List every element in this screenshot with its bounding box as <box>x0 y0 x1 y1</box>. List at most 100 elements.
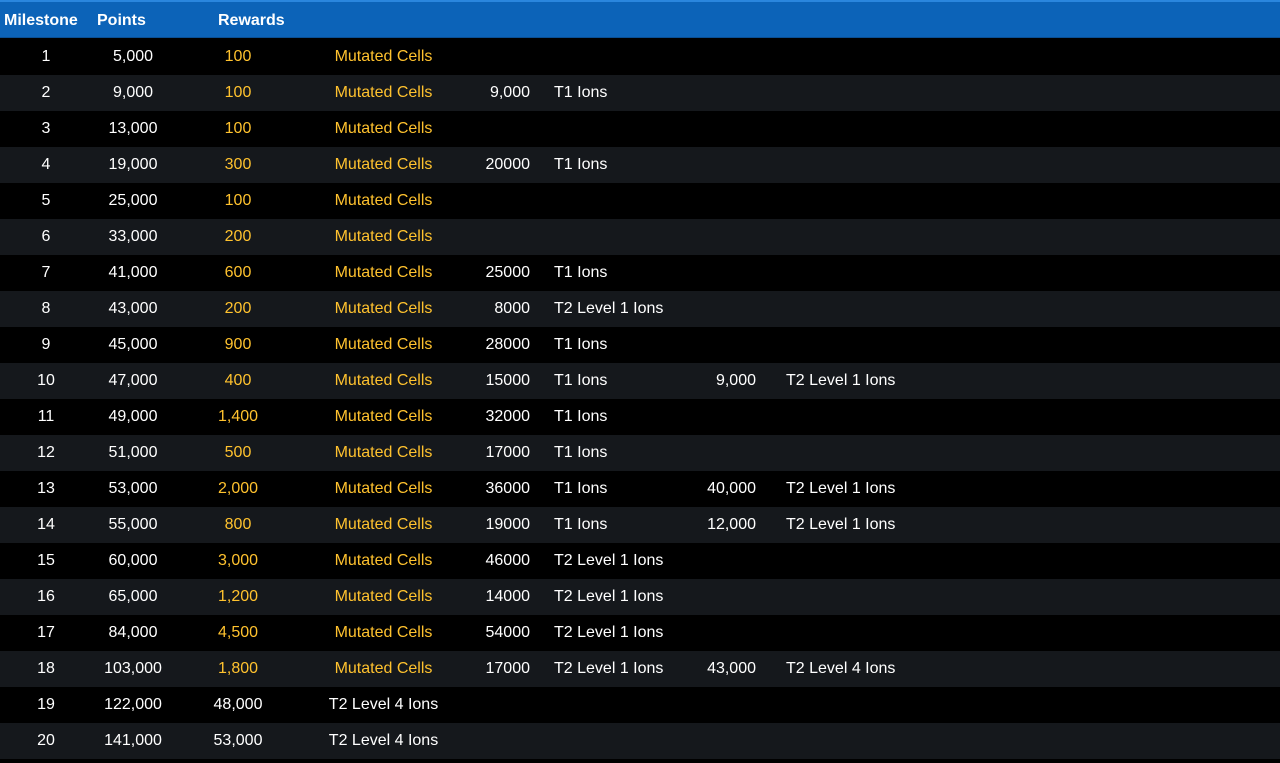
milestone-cell: 1 <box>41 48 51 65</box>
reward2-name: T1 Ions <box>554 408 608 425</box>
reward1-name: Mutated Cells <box>334 516 433 533</box>
reward1-amount: 500 <box>224 444 252 461</box>
reward2-name: T2 Level 1 Ions <box>554 588 664 605</box>
points-cell: 41,000 <box>108 264 158 281</box>
table-row: 10 47,000 400 Mutated Cells 15000 T1 Ions 9,00… <box>0 363 1280 399</box>
reward2-amount: 17000 <box>485 660 531 677</box>
reward1-amount: 200 <box>224 228 252 245</box>
reward3-amount: 43,000 <box>707 660 756 677</box>
reward1-name: Mutated Cells <box>334 300 433 317</box>
points-cell: 13,000 <box>108 120 158 137</box>
reward3-name: T2 Level 1 Ions <box>786 480 896 497</box>
points-cell: 9,000 <box>112 84 154 101</box>
points-cell: 55,000 <box>108 516 158 533</box>
milestone-cell: 17 <box>37 624 55 641</box>
reward1-name: Mutated Cells <box>334 156 433 173</box>
reward1-amount: 100 <box>224 48 252 65</box>
reward3-amount: 12,000 <box>707 516 756 533</box>
reward1-amount: 100 <box>224 120 252 137</box>
reward1-name: Mutated Cells <box>334 480 433 497</box>
milestone-cell: 9 <box>41 336 51 353</box>
milestone-cell: 18 <box>37 660 55 677</box>
reward2-amount: 54000 <box>485 624 531 641</box>
table-row: 3 13,000 100 Mutated Cells <box>0 111 1280 147</box>
reward1-amount: 900 <box>224 336 252 353</box>
milestone-cell: 16 <box>37 588 55 605</box>
reward1-amount: 1,400 <box>217 408 259 425</box>
milestone-cell: 3 <box>41 120 51 137</box>
reward1-name: Mutated Cells <box>334 588 433 605</box>
reward1-name: Mutated Cells <box>334 552 433 569</box>
points-cell: 43,000 <box>108 300 158 317</box>
table-row: 14 55,000 800 Mutated Cells 19000 T1 Ions 12,0… <box>0 507 1280 543</box>
reward2-amount: 14000 <box>485 588 531 605</box>
points-cell: 103,000 <box>104 660 162 677</box>
reward1-name: Mutated Cells <box>334 192 433 209</box>
reward1-name: Mutated Cells <box>334 228 433 245</box>
table-row: 15 60,000 3,000 Mutated Cells 46000 T2 Level … <box>0 543 1280 579</box>
table-row: 9 45,000 900 Mutated Cells 28000 T1 Ions <box>0 327 1280 363</box>
points-cell: 19,000 <box>108 156 158 173</box>
milestone-cell: 19 <box>37 696 55 713</box>
reward1-name: Mutated Cells <box>334 48 433 65</box>
header-milestone: Milestone <box>4 12 78 29</box>
reward3-name: T2 Level 1 Ions <box>786 516 896 533</box>
reward2-amount: 32000 <box>485 408 531 425</box>
milestone-cell: 7 <box>41 264 51 281</box>
table-header: Milestone Points Rewards <box>0 0 1280 38</box>
reward2-amount: 15000 <box>485 372 531 389</box>
reward1-amount: 800 <box>224 516 252 533</box>
reward2-name: T1 Ions <box>554 444 608 461</box>
reward1-amount: 2,000 <box>217 480 259 497</box>
reward1-amount: 3,000 <box>217 552 259 569</box>
milestone-cell: 12 <box>37 444 55 461</box>
table-row: 1 5,000 100 Mutated Cells <box>0 39 1280 75</box>
reward3-name: T2 Level 4 Ions <box>786 660 896 677</box>
reward2-name: T1 Ions <box>554 264 608 281</box>
reward1-amount: 600 <box>224 264 252 281</box>
reward1-name: T2 Level 4 Ions <box>328 696 439 713</box>
table-row: 6 33,000 200 Mutated Cells <box>0 219 1280 255</box>
reward2-amount: 36000 <box>485 480 531 497</box>
points-cell: 84,000 <box>108 624 158 641</box>
reward2-amount: 46000 <box>485 552 531 569</box>
reward1-amount: 1,800 <box>217 660 259 677</box>
reward1-amount: 400 <box>224 372 252 389</box>
reward1-amount: 200 <box>224 300 252 317</box>
reward1-name: Mutated Cells <box>334 372 433 389</box>
points-cell: 45,000 <box>108 336 158 353</box>
reward2-name: T2 Level 1 Ions <box>554 624 664 641</box>
reward2-amount: 8000 <box>494 300 530 317</box>
reward1-amount: 48,000 <box>213 696 263 713</box>
milestone-cell: 6 <box>41 228 51 245</box>
points-cell: 33,000 <box>108 228 158 245</box>
table-row: 7 41,000 600 Mutated Cells 25000 T1 Ions <box>0 255 1280 291</box>
table-row: 13 53,000 2,000 Mutated Cells 36000 T1 Ions 40… <box>0 471 1280 507</box>
reward1-name: Mutated Cells <box>334 336 433 353</box>
reward2-name: T1 Ions <box>554 84 608 101</box>
header-rewards: Rewards <box>218 12 285 29</box>
table-row: 4 19,000 300 Mutated Cells 20000 T1 Ions <box>0 147 1280 183</box>
points-cell: 53,000 <box>108 480 158 497</box>
reward2-name: T2 Level 1 Ions <box>554 552 664 569</box>
milestone-cell: 4 <box>41 156 51 173</box>
table-row: 18 103,000 1,800 Mutated Cells 17000 T2 Level… <box>0 651 1280 687</box>
reward1-name: Mutated Cells <box>334 660 433 677</box>
reward1-amount: 100 <box>224 192 252 209</box>
table-row: 11 49,000 1,400 Mutated Cells 32000 T1 Ions <box>0 399 1280 435</box>
points-cell: 5,000 <box>112 48 154 65</box>
reward2-name: T1 Ions <box>554 336 608 353</box>
table-row: 5 25,000 100 Mutated Cells <box>0 183 1280 219</box>
reward1-name: Mutated Cells <box>334 408 433 425</box>
points-cell: 60,000 <box>108 552 158 569</box>
reward2-amount: 20000 <box>485 156 531 173</box>
reward3-amount: 9,000 <box>715 372 756 389</box>
milestone-cell: 5 <box>41 192 51 209</box>
milestone-cell: 13 <box>37 480 55 497</box>
header-points: Points <box>97 12 146 29</box>
milestone-cell: 14 <box>37 516 55 533</box>
milestone-cell: 2 <box>41 84 51 101</box>
points-cell: 122,000 <box>104 696 162 713</box>
reward2-name: T1 Ions <box>554 156 608 173</box>
reward2-amount: 19000 <box>485 516 531 533</box>
